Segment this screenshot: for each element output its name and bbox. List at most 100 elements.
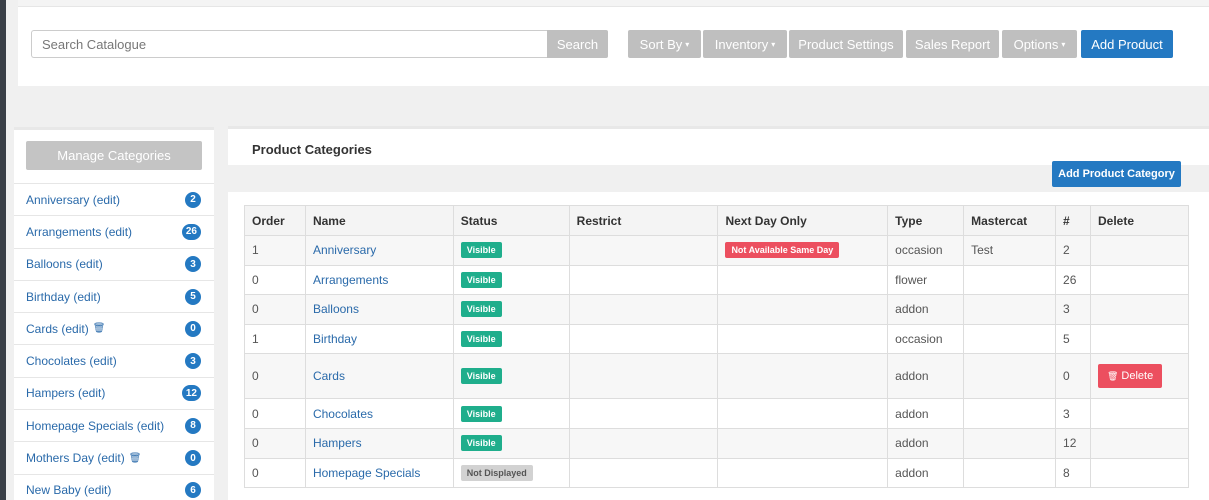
count-badge: 0: [185, 450, 201, 467]
add-product-category-button[interactable]: Add Product Category: [1052, 161, 1181, 187]
order-cell: 1: [244, 235, 306, 266]
sort-by-dropdown[interactable]: Sort By ▾: [628, 30, 701, 58]
search-input[interactable]: [31, 30, 548, 58]
sidebar-category-link[interactable]: Arrangements (edit): [26, 225, 132, 239]
trash-icon[interactable]: 🗑: [93, 323, 106, 334]
table-body: 1 Anniversary Visible Not Available Same Da…: [244, 235, 1190, 489]
sidebar-category-link[interactable]: Mothers Day (edit): [26, 451, 125, 465]
sidebar-category-link[interactable]: Chocolates (edit): [26, 354, 117, 368]
window-edge: [0, 0, 6, 500]
order-cell: 0: [244, 457, 306, 489]
category-list: Anniversary (edit) 2 Arrangements (edit) 26…: [14, 183, 214, 500]
order-value: 1: [252, 332, 259, 347]
sidebar-category-item: Anniversary (edit) 2: [14, 183, 214, 215]
add-product-button[interactable]: Add Product: [1081, 30, 1173, 58]
order-value: 0: [252, 302, 259, 317]
inventory-dropdown[interactable]: Inventory ▾: [703, 30, 787, 58]
sidebar-category-link[interactable]: Homepage Specials (edit): [26, 419, 164, 433]
count-value: 8: [1063, 465, 1070, 480]
category-name-link[interactable]: Cards: [313, 369, 345, 383]
column-header: Restrict: [568, 205, 719, 236]
category-name-link[interactable]: Balloons: [313, 302, 359, 316]
category-name-link[interactable]: Chocolates: [313, 407, 373, 421]
mastercat-cell: [963, 323, 1057, 355]
next-day-cell: [717, 398, 889, 429]
category-name-link[interactable]: Birthday: [313, 332, 357, 346]
column-header: Mastercat: [963, 205, 1057, 236]
category-name-link[interactable]: Arrangements: [313, 273, 388, 287]
restrict-cell: [568, 398, 719, 429]
count-value: 0: [1063, 369, 1070, 384]
table-row: 0 Cards Visible addon 0 🗑 Delete: [244, 353, 1190, 400]
sales-report-button[interactable]: Sales Report: [906, 30, 999, 58]
delete-cell: [1089, 457, 1190, 489]
sidebar-category-item: Hampers (edit) 12: [14, 376, 214, 409]
manage-categories-button[interactable]: Manage Categories: [26, 141, 202, 170]
mastercat-cell: [963, 264, 1057, 296]
status-cell: Visible: [452, 235, 570, 266]
mastercat-cell: Test: [963, 235, 1057, 266]
category-name-link[interactable]: Homepage Specials: [313, 466, 420, 480]
chevron-down-icon: ▾: [685, 39, 690, 49]
name-cell: Balloons: [304, 294, 454, 325]
trash-icon[interactable]: 🗑: [129, 453, 142, 464]
sidebar-category-link[interactable]: Balloons (edit): [26, 257, 103, 271]
count-badge: 12: [181, 385, 201, 402]
delete-cell: [1089, 427, 1190, 459]
sidebar-category-link[interactable]: Birthday (edit): [26, 290, 101, 304]
status-cell: Visible: [452, 427, 570, 459]
order-value: 0: [252, 465, 259, 480]
search-button[interactable]: Search: [547, 30, 608, 58]
count-badge: 0: [185, 320, 201, 337]
next-day-cell: [717, 353, 889, 400]
product-settings-label: Product Settings: [798, 36, 894, 52]
table-row: 0 Homepage Specials Not Displayed addon 8: [244, 457, 1190, 489]
type-value: occasion: [895, 243, 943, 258]
name-cell: Chocolates: [304, 398, 454, 429]
delete-cell: [1089, 294, 1190, 325]
category-name-link[interactable]: Hampers: [313, 436, 362, 450]
order-value: 0: [252, 272, 259, 287]
status-badge: Not Displayed: [460, 464, 533, 481]
sidebar-category-item: Birthday (edit) 5: [14, 279, 214, 312]
toolbar-divider: [18, 6, 1209, 7]
delete-cell: 🗑 Delete: [1089, 353, 1190, 400]
restrict-cell: [568, 323, 719, 355]
count-badge: 8: [185, 417, 201, 434]
next-day-cell: [717, 264, 889, 296]
restrict-cell: [568, 353, 719, 400]
delete-label: Delete: [1121, 370, 1154, 383]
sidebar-category-link[interactable]: Hampers (edit): [26, 386, 105, 400]
table-header-row: Order Name Status Restrict Next Day Only Type…: [244, 205, 1190, 236]
restrict-cell: [568, 264, 719, 296]
count-value: 12: [1063, 436, 1077, 451]
sidebar-category-link[interactable]: New Baby (edit): [26, 483, 111, 497]
count-value: 3: [1063, 406, 1070, 421]
sidebar-category-link[interactable]: Cards (edit): [26, 322, 89, 336]
page-title: Product Categories: [252, 142, 372, 157]
name-cell: Cards: [304, 353, 454, 400]
count-value: 26: [1063, 272, 1077, 287]
status-badge: Visible: [460, 301, 502, 318]
options-dropdown[interactable]: Options ▾: [1002, 30, 1077, 58]
status-badge: Visible: [460, 435, 502, 452]
sidebar-category-link[interactable]: Anniversary (edit): [26, 193, 120, 207]
category-name-link[interactable]: Anniversary: [313, 243, 376, 257]
count-cell: 26: [1055, 264, 1091, 296]
sidebar-category-item: Arrangements (edit) 26: [14, 215, 214, 247]
type-value: addon: [895, 302, 929, 317]
type-cell: addon: [887, 427, 965, 459]
count-cell: 12: [1055, 427, 1091, 459]
name-cell: Birthday: [304, 323, 454, 355]
main-header: Product Categories: [228, 126, 1209, 165]
type-cell: addon: [887, 398, 965, 429]
status-cell: Visible: [452, 294, 570, 325]
delete-cell: [1089, 398, 1190, 429]
restrict-cell: [568, 427, 719, 459]
table-row: 0 Arrangements Visible flower 26: [244, 264, 1190, 296]
product-settings-button[interactable]: Product Settings: [789, 30, 903, 58]
type-value: addon: [895, 369, 929, 384]
options-label: Options: [1013, 36, 1059, 52]
sidebar-category-item: Chocolates (edit) 3: [14, 344, 214, 376]
delete-button[interactable]: 🗑 Delete: [1097, 364, 1163, 389]
